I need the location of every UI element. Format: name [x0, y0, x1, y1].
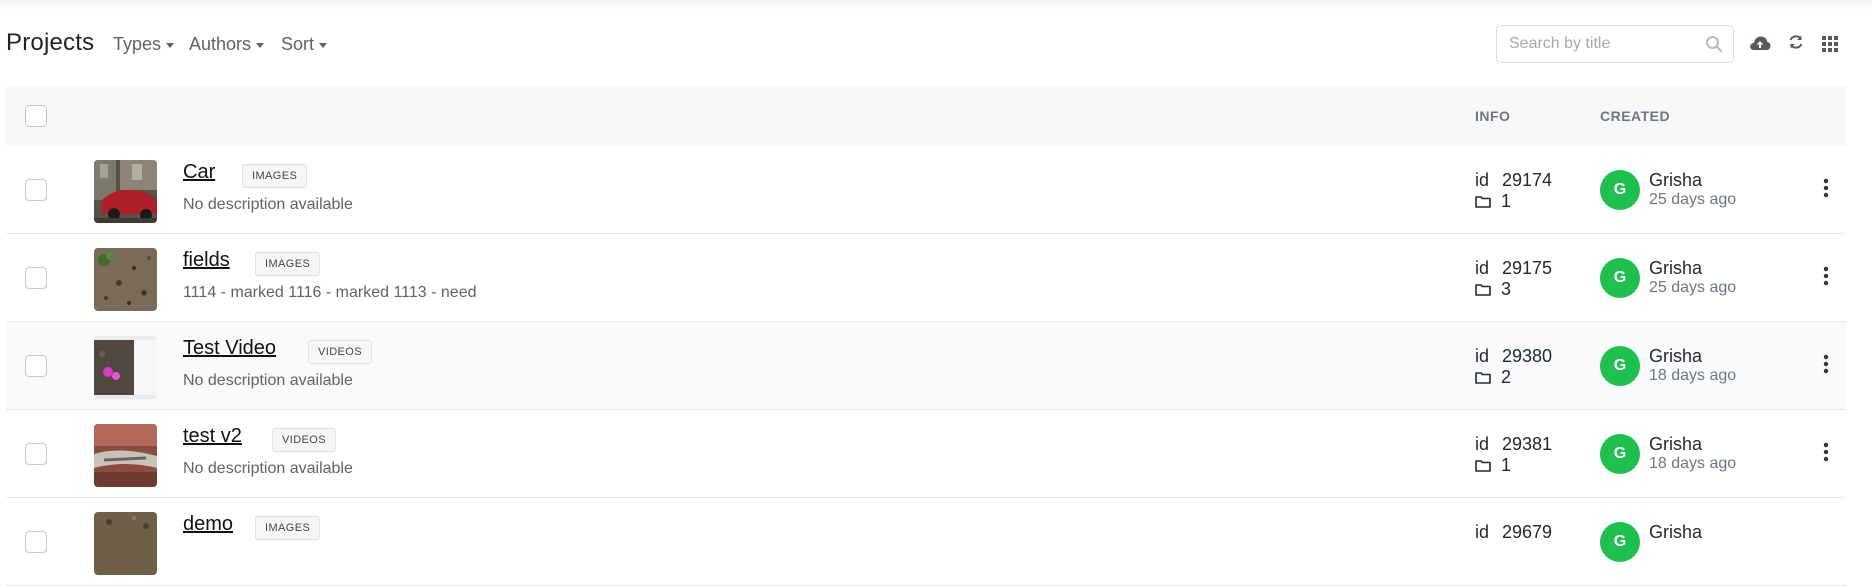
avatar: G: [1600, 170, 1640, 210]
select-all-checkbox[interactable]: [25, 105, 47, 127]
dataset-count-value: 3: [1501, 279, 1512, 299]
avatar: G: [1600, 346, 1640, 386]
row-checkbox[interactable]: [25, 355, 47, 377]
dataset-count-value: 1: [1501, 455, 1512, 475]
folder-icon: [1475, 460, 1491, 472]
row-checkbox[interactable]: [25, 443, 47, 465]
authors-filter-dropdown[interactable]: Authors: [189, 34, 265, 55]
project-thumbnail[interactable]: [94, 248, 157, 311]
project-id: id 29175: [1475, 258, 1552, 279]
page-title: Projects: [6, 29, 95, 56]
folder-icon: [1475, 196, 1491, 208]
row-checkbox[interactable]: [25, 179, 47, 201]
search-icon[interactable]: [1705, 35, 1723, 58]
more-options-icon[interactable]: [1818, 176, 1834, 200]
type-badge: VIDEOS: [272, 428, 336, 452]
id-value: 29175: [1502, 258, 1553, 278]
more-options-icon[interactable]: [1818, 352, 1834, 376]
project-id: id 29380: [1475, 346, 1552, 367]
more-options-icon[interactable]: [1818, 440, 1834, 464]
row-checkbox[interactable]: [25, 531, 47, 553]
column-header-created: CREATED: [1600, 108, 1671, 124]
project-thumbnail[interactable]: [94, 160, 157, 223]
types-filter-dropdown[interactable]: Types: [113, 34, 175, 55]
project-id: id 29174: [1475, 170, 1552, 191]
created-time: 25 days ago: [1649, 279, 1737, 296]
dataset-count: 3: [1475, 279, 1511, 300]
avatar: G: [1600, 522, 1640, 562]
refresh-icon[interactable]: [1787, 33, 1805, 56]
dataset-count: 2: [1475, 367, 1511, 388]
table-row[interactable]: Car IMAGES No description available id 29…: [6, 146, 1846, 234]
types-filter-label: Types: [113, 34, 162, 54]
type-badge: IMAGES: [255, 516, 321, 540]
caret-down-icon: [319, 43, 328, 48]
avatar: G: [1600, 258, 1640, 298]
grid-icon[interactable]: [1822, 36, 1838, 57]
type-badge: VIDEOS: [308, 340, 372, 364]
caret-down-icon: [256, 43, 265, 48]
project-thumbnail[interactable]: [94, 424, 157, 487]
projects-table: INFO CREATED Car IMAGES No description a…: [6, 86, 1846, 586]
table-row[interactable]: test v2 VIDEOS No description available …: [6, 410, 1846, 498]
id-label: id: [1475, 522, 1490, 542]
author-name: Grisha: [1649, 434, 1703, 454]
project-title-link[interactable]: test v2: [183, 425, 242, 448]
sort-dropdown[interactable]: Sort: [281, 34, 328, 55]
cloud-upload-icon[interactable]: [1749, 35, 1771, 56]
project-thumbnail[interactable]: [94, 336, 157, 399]
id-label: id: [1475, 434, 1490, 454]
author-name: Grisha: [1649, 258, 1703, 278]
caret-down-icon: [166, 43, 175, 48]
more-options-icon[interactable]: [1818, 264, 1834, 288]
project-title-link[interactable]: fields: [183, 249, 230, 272]
table-row[interactable]: fields IMAGES 1114 - marked 1116 - marke…: [6, 234, 1846, 322]
created-time: 25 days ago: [1649, 191, 1737, 208]
sort-label: Sort: [281, 34, 315, 54]
toolbar: Projects Types Authors Sort: [0, 0, 1872, 88]
project-id: id 29381: [1475, 434, 1552, 455]
dataset-count-value: 1: [1501, 191, 1512, 211]
id-label: id: [1475, 258, 1490, 278]
project-description: No description available: [183, 460, 353, 477]
id-value: 29174: [1502, 170, 1553, 190]
project-description: 1114 - marked 1116 - marked 1113 - need: [183, 284, 477, 301]
id-label: id: [1475, 346, 1490, 366]
author-name: Grisha: [1649, 346, 1703, 366]
dataset-count-value: 2: [1501, 367, 1512, 387]
dataset-count: 1: [1475, 455, 1511, 476]
created-time: 18 days ago: [1649, 455, 1737, 472]
type-badge: IMAGES: [242, 164, 308, 188]
authors-filter-label: Authors: [189, 34, 252, 54]
table-row[interactable]: demo IMAGES id 29679 G Grisha: [6, 498, 1846, 586]
dataset-count: 1: [1475, 191, 1511, 212]
project-thumbnail[interactable]: [94, 512, 157, 575]
table-header: INFO CREATED: [6, 86, 1846, 146]
column-header-info: INFO: [1475, 108, 1511, 124]
created-time: 18 days ago: [1649, 367, 1737, 384]
row-checkbox[interactable]: [25, 267, 47, 289]
search-input[interactable]: [1497, 26, 1697, 62]
project-title-link[interactable]: Car: [183, 161, 215, 184]
search-box: [1496, 25, 1734, 63]
id-value: 29380: [1502, 346, 1553, 366]
folder-icon: [1475, 372, 1491, 384]
project-title-link[interactable]: Test Video: [183, 337, 276, 360]
id-label: id: [1475, 170, 1490, 190]
project-description: No description available: [183, 196, 353, 213]
avatar: G: [1600, 434, 1640, 474]
author-name: Grisha: [1649, 170, 1703, 190]
project-description: No description available: [183, 372, 353, 389]
id-value: 29679: [1502, 522, 1553, 542]
table-row[interactable]: Test Video VIDEOS No description availab…: [6, 322, 1846, 410]
type-badge: IMAGES: [255, 252, 321, 276]
id-value: 29381: [1502, 434, 1553, 454]
folder-icon: [1475, 284, 1491, 296]
